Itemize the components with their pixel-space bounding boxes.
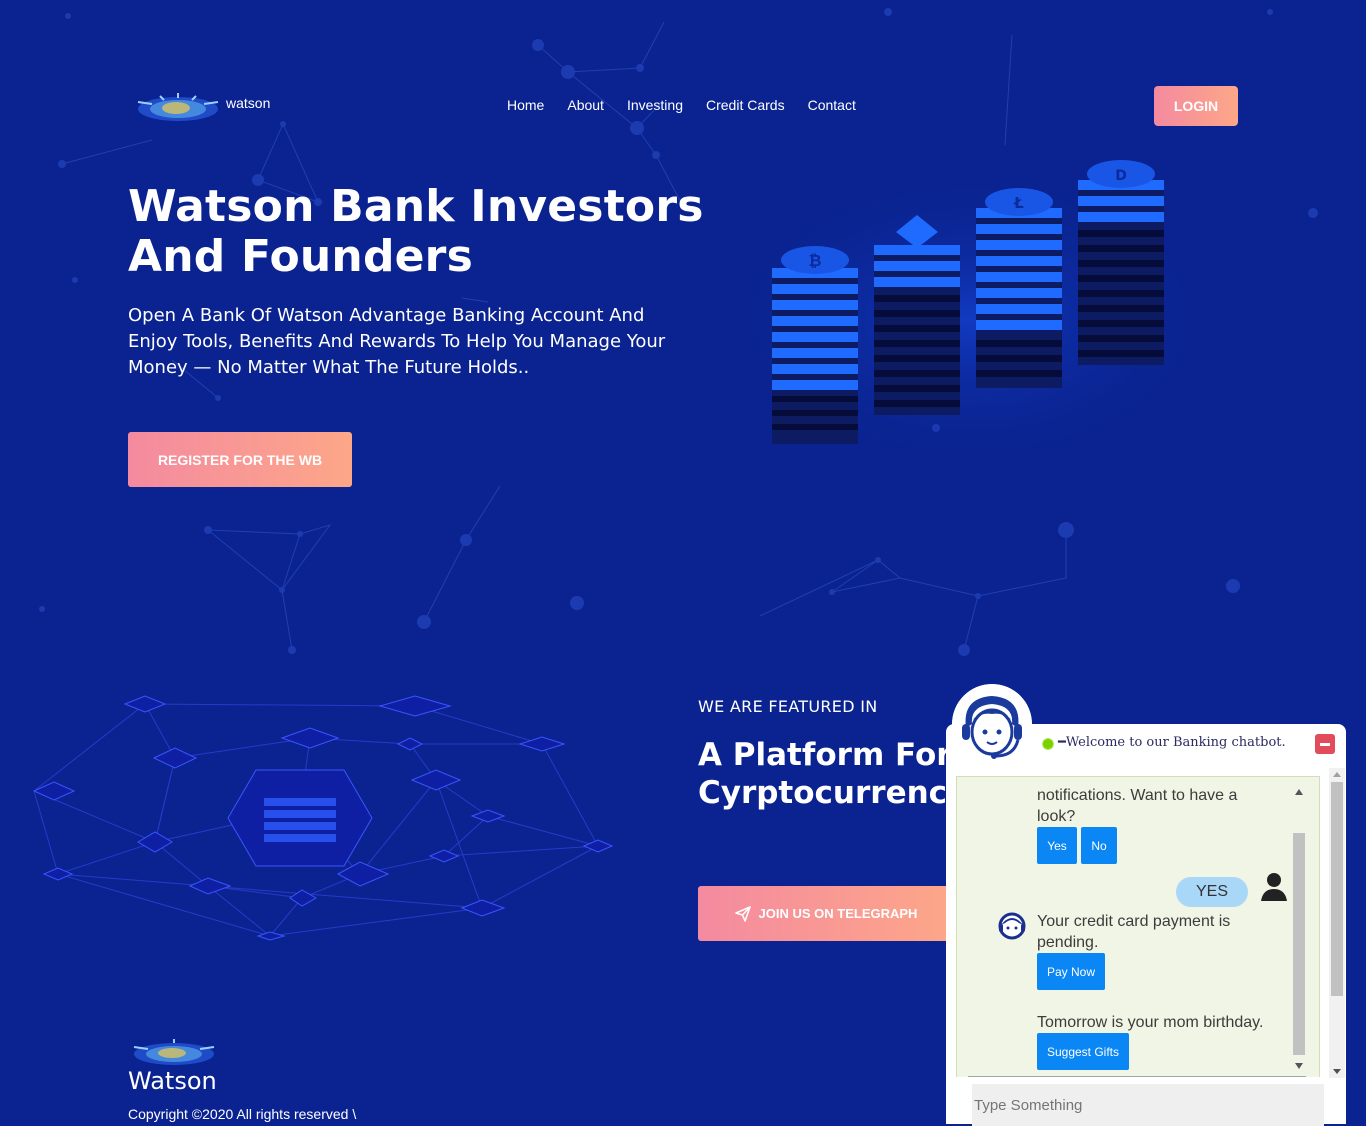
footer-brand-name: Watson: [128, 1067, 217, 1095]
bot-message: Your credit card payment is pending.: [1037, 913, 1231, 951]
support-agent-icon: [952, 684, 1032, 764]
nav-home[interactable]: Home: [507, 97, 544, 113]
login-button[interactable]: LOGIN: [1154, 86, 1238, 126]
online-status-icon: [1042, 738, 1054, 750]
main-nav: Home About Investing Credit Cards Contac…: [507, 97, 879, 113]
nav-credit-cards[interactable]: Credit Cards: [706, 97, 785, 113]
user-message: YES: [1176, 877, 1248, 907]
featured-kicker: WE ARE FEATURED IN: [698, 697, 878, 716]
chatbot-title: ━Welcome to our Banking chatbot.: [1058, 735, 1286, 750]
suggest-gifts-button[interactable]: Suggest Gifts: [1037, 1033, 1129, 1070]
bot-message: Tomorrow is your mom birthday.: [1037, 1014, 1264, 1031]
crypto-stacks-illustration: ₿ Ł D: [720, 160, 1220, 470]
nav-about[interactable]: About: [567, 97, 604, 113]
messages-scrollbar[interactable]: [1292, 781, 1306, 1073]
chat-input[interactable]: [972, 1084, 1324, 1126]
no-button[interactable]: No: [1081, 827, 1117, 864]
nav-investing[interactable]: Investing: [627, 97, 683, 113]
chat-scrollbar[interactable]: [1329, 768, 1345, 1078]
minimize-button[interactable]: [1315, 734, 1335, 754]
blockchain-network-illustration: [32, 695, 614, 941]
site-logo[interactable]: watson: [128, 92, 270, 124]
register-button[interactable]: REGISTER FOR THE WB: [128, 432, 352, 487]
telegram-button-label: JOIN US ON TELEGRAPH: [758, 906, 918, 921]
hero-title: Watson Bank Investors And Founders: [128, 181, 704, 282]
bot-avatar-icon: [998, 912, 1026, 940]
bot-message: notifications. Want to have a look?: [1037, 787, 1238, 825]
paper-plane-icon: [734, 905, 751, 922]
chat-messages[interactable]: notifications. Want to have a look? Yes …: [956, 776, 1320, 1077]
logo-text: watson: [226, 95, 271, 111]
footer-logo-icon: [133, 1039, 215, 1065]
pay-now-button[interactable]: Pay Now: [1037, 953, 1105, 990]
hero-subtitle: Open A Bank Of Watson Advantage Banking …: [128, 305, 666, 378]
chatbot-avatar[interactable]: [952, 684, 1032, 764]
svg-text:₿: ₿: [808, 251, 821, 270]
chatbot-window: ━Welcome to our Banking chatbot. notific…: [946, 724, 1346, 1126]
svg-text:Ł: Ł: [1013, 194, 1024, 212]
svg-text:D: D: [1115, 168, 1127, 184]
user-avatar-icon: [1261, 873, 1287, 901]
featured-title: A Platform For Cyrptocurrency: [698, 737, 968, 811]
yes-button[interactable]: Yes: [1037, 827, 1077, 864]
input-divider: [968, 1076, 1306, 1077]
footer-copyright: Copyright ©2020 All rights reserved \: [128, 1106, 357, 1122]
telegram-button[interactable]: JOIN US ON TELEGRAPH: [698, 886, 954, 941]
nav-contact[interactable]: Contact: [808, 97, 856, 113]
watson-logo-icon: [137, 93, 219, 121]
